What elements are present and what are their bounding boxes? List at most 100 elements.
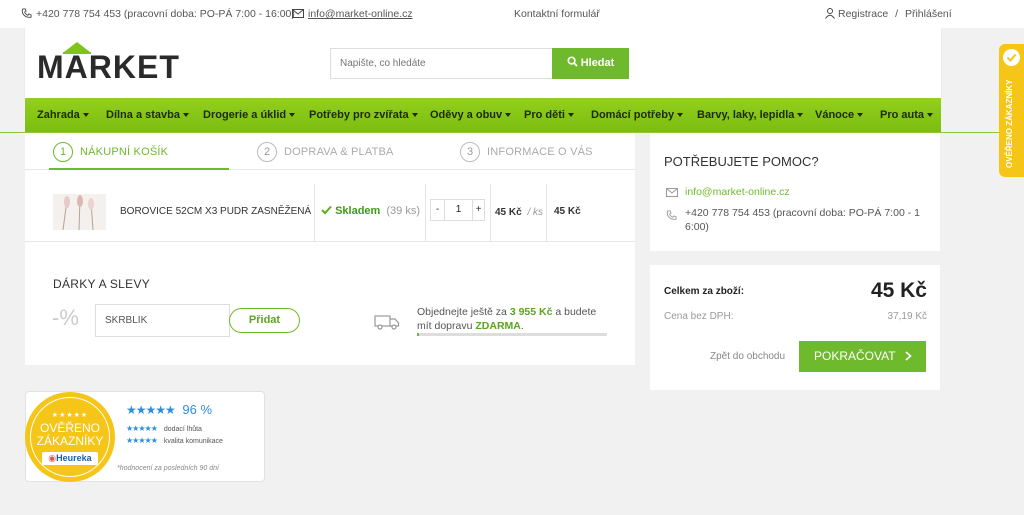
top-bar: +420 778 754 453 (pracovní doba: PO-PÁ 7… — [0, 0, 1024, 28]
product-image — [62, 195, 94, 231]
help-email-link[interactable]: info@market-online.cz — [685, 186, 790, 198]
badge-line1: OVĚŘENO — [39, 421, 100, 435]
cart-row: BOROVICE 52CM X3 PUDR ZASNĚŽENÁ Skladem … — [25, 170, 635, 242]
novat-label: Cena bez DPH: — [664, 311, 734, 322]
heureka-widget[interactable]: ★★★★★ OVĚŘENO ZÁKAZNÍKY ◉Heureka ★★★★★ 9… — [25, 391, 265, 482]
help-phone: +420 778 754 453 (pracovní doba: PO-PÁ 7… — [685, 207, 920, 233]
badge-stars-top: ★★★★★ — [51, 412, 89, 419]
chevron-right-icon — [905, 351, 912, 361]
nav-item-zahrada[interactable]: Zahrada — [37, 109, 89, 121]
step-1-circle: 1 — [53, 142, 73, 162]
search-button[interactable]: Hledat — [552, 48, 629, 79]
step-3-label[interactable]: INFORMACE O VÁS — [487, 146, 593, 158]
nav-item-zvirata[interactable]: Potřeby pro zvířata — [309, 109, 418, 121]
envelope-icon — [666, 188, 678, 197]
discount-code-field — [95, 304, 230, 337]
rating-summary: ★★★★★ 96 % — [126, 402, 212, 417]
login-link[interactable]: Přihlášení — [905, 8, 952, 20]
badge-brand-text: Heureka — [56, 453, 92, 463]
stock-count: (39 ks) — [386, 205, 420, 217]
add-discount-button[interactable]: Přidat — [229, 308, 300, 333]
divider — [490, 184, 491, 242]
heureka-logo-icon: ◉ — [48, 453, 57, 463]
shipping-text-before: Objednejte ještě za — [417, 306, 507, 318]
discount-code-input[interactable] — [96, 305, 229, 336]
qty-minus-button[interactable]: - — [431, 200, 445, 220]
stars-icon: ★★★★★ — [126, 436, 158, 445]
qty-plus-button[interactable]: + — [472, 200, 484, 220]
user-icon — [825, 8, 835, 19]
help-title: POTŘEBUJETE POMOC? — [664, 154, 819, 169]
qty-input[interactable]: 1 — [445, 200, 472, 220]
unit-label: / ks — [527, 207, 544, 218]
check-icon — [1006, 53, 1017, 62]
stock-status: Skladem (39 ks) — [321, 205, 420, 217]
nav-item-drogerie[interactable]: Drogerie a úklid — [203, 109, 295, 121]
email-link[interactable]: info@market-online.cz — [292, 8, 413, 20]
separator: / — [895, 8, 899, 20]
divider — [314, 184, 315, 242]
logo[interactable]: MARKET — [37, 40, 182, 85]
phone-info: +420 778 754 453 (pracovní doba: PO-PÁ 7… — [21, 8, 295, 20]
check-icon — [321, 205, 332, 215]
step-3-circle: 3 — [460, 142, 480, 162]
phone-icon — [666, 210, 677, 220]
rating-row1-label: dodací lhůta — [163, 426, 202, 433]
nav-item-odevy[interactable]: Oděvy a obuv — [430, 109, 511, 121]
back-to-shop-link[interactable]: Zpět do obchodu — [710, 351, 785, 362]
product-name[interactable]: BOROVICE 52CM X3 PUDR ZASNĚŽENÁ — [120, 206, 311, 217]
shipping-amount: 3 955 Kč — [509, 306, 553, 318]
search-icon — [567, 56, 578, 67]
quantity-stepper: - 1 + — [430, 199, 485, 221]
category-nav: Zahrada Dílna a stavba Drogerie a úklid … — [25, 98, 941, 132]
account-links: Registrace / Přihlášení — [825, 8, 952, 20]
stars-icon: ★★★★★ — [126, 403, 176, 417]
shipping-progress-fill — [417, 333, 420, 336]
shipping-free: ZDARMA — [475, 320, 521, 332]
total-value: 45 Kč — [870, 279, 927, 302]
total-label: Celkem za zboží: — [664, 286, 745, 297]
side-tab-label: OVĚŘENO ZÁKAZNÍKY — [1005, 79, 1014, 168]
divider — [546, 184, 547, 242]
discount-title: DÁRKY A SLEVY — [53, 277, 151, 291]
search-input[interactable] — [331, 49, 552, 78]
product-thumbnail[interactable] — [53, 194, 106, 231]
step-1-label[interactable]: NÁKUPNÍ KOŠÍK — [80, 146, 168, 158]
rating-row-delivery: ★★★★★ dodací lhůta — [126, 424, 202, 433]
divider — [425, 184, 426, 242]
envelope-icon — [292, 9, 304, 18]
contact-form-link[interactable]: Kontaktní formulář — [514, 8, 600, 20]
market-logo: MARKET — [37, 42, 179, 85]
nav-item-dilna[interactable]: Dílna a stavba — [106, 109, 189, 121]
nav-item-vanoce[interactable]: Vánoce — [815, 109, 863, 121]
truck-icon — [374, 315, 400, 330]
heureka-side-tab[interactable]: OVĚŘENO ZÁKAZNÍKY — [999, 44, 1024, 177]
heureka-side-icon — [1003, 49, 1020, 66]
badge-brand: ◉Heureka — [42, 452, 98, 465]
stock-label: Skladem — [335, 205, 381, 217]
line-total: 45 Kč — [554, 206, 581, 217]
cart-panel: 1 NÁKUPNÍ KOŠÍK 2 DOPRAVA & PLATBA 3 INF… — [25, 133, 635, 365]
step-2-circle: 2 — [257, 142, 277, 162]
continue-button[interactable]: POKRAČOVAT — [799, 341, 926, 372]
search-box — [330, 48, 552, 79]
register-link[interactable]: Registrace — [838, 8, 888, 20]
nav-item-deti[interactable]: Pro děti — [524, 109, 574, 121]
free-shipping-text: Objednejte ještě za 3 955 Kč a budete mí… — [417, 305, 607, 333]
step-2-label[interactable]: DOPRAVA & PLATBA — [284, 146, 394, 158]
nav-item-barvy[interactable]: Barvy, laky, lepidla — [697, 109, 803, 121]
continue-button-label: POKRAČOVAT — [814, 349, 896, 363]
nav-item-domaci[interactable]: Domácí potřeby — [591, 109, 683, 121]
heureka-badge: ★★★★★ OVĚŘENO ZÁKAZNÍKY ◉Heureka — [25, 392, 115, 482]
rating-percent: 96 % — [182, 402, 213, 417]
unit-price: 45 Kč / ks — [495, 207, 543, 218]
phone-icon — [21, 8, 32, 18]
rating-footnote: *hodnocení za posledních 90 dní — [117, 465, 219, 472]
phone-text: +420 778 754 453 (pracovní doba: PO-PÁ 7… — [36, 8, 295, 20]
checkout-steps: 1 NÁKUPNÍ KOŠÍK 2 DOPRAVA & PLATBA 3 INF… — [25, 133, 635, 170]
summary-panel: Celkem za zboží: 45 Kč Cena bez DPH: 37,… — [650, 265, 940, 390]
nav-item-auta[interactable]: Pro auta — [880, 109, 933, 121]
help-panel: POTŘEBUJETE POMOC? info@market-online.cz… — [650, 133, 940, 251]
email-text[interactable]: info@market-online.cz — [308, 8, 413, 20]
novat-value: 37,19 Kč — [887, 311, 927, 322]
